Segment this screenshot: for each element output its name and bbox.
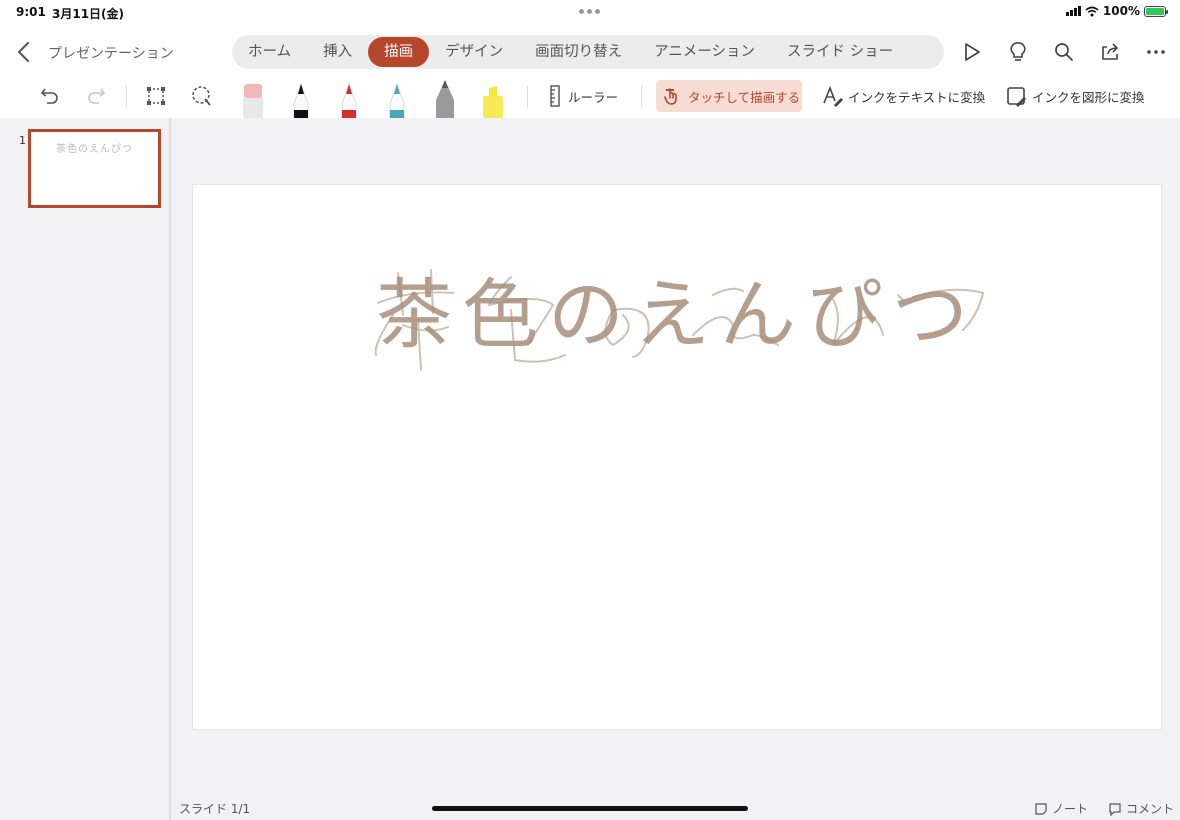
slide-counter: スライド 1/1	[179, 802, 251, 816]
ink-to-text-label: インクをテキストに変換	[848, 89, 986, 105]
tab-home[interactable]: ホーム	[232, 35, 307, 69]
slide-thumbnail[interactable]: 茶色のえんぴつ	[28, 129, 161, 208]
separator	[527, 86, 528, 108]
undo-icon[interactable]	[36, 82, 64, 110]
ruler-label: ルーラー	[568, 89, 619, 105]
status-date: 3月11日(金)	[52, 7, 125, 21]
top-actions	[958, 38, 1170, 66]
ruler-button[interactable]: ルーラー	[548, 85, 618, 107]
pen-red-icon[interactable]	[336, 78, 362, 118]
more-icon[interactable]	[1142, 38, 1170, 66]
ink-to-shape-icon	[1007, 87, 1026, 107]
separator	[126, 86, 127, 108]
battery-icon	[1144, 5, 1168, 17]
tab-draw[interactable]: 描画	[368, 37, 430, 67]
comment-icon	[1109, 802, 1121, 816]
notes-icon	[1035, 802, 1047, 815]
ribbon-tabs: ホーム 挿入 描画 デザイン 画面切り替え アニメーション スライド ショー	[232, 35, 944, 69]
document-title[interactable]: プレゼンテーション	[48, 43, 174, 63]
separator	[641, 86, 642, 108]
draw-toolbar: ルーラー タッチして描画する インクをテキストに変換 インクを図形に変換	[0, 76, 1180, 118]
multitasking-dots-icon[interactable]	[579, 9, 600, 14]
comments-button[interactable]: コメント	[1108, 800, 1174, 817]
status-right: 100%	[1065, 4, 1168, 18]
tab-slideshow[interactable]: スライド ショー	[771, 35, 909, 69]
slide-thumbnails-panel: 1 茶色のえんぴつ	[0, 118, 171, 820]
select-objects-icon[interactable]	[142, 82, 170, 110]
notes-button[interactable]: ノート	[1034, 800, 1088, 817]
touch-draw-label: タッチして描画する	[688, 89, 801, 105]
highlighter-yellow-icon[interactable]	[480, 78, 506, 118]
thumbnail-ink-text: 茶色のえんぴつ	[56, 144, 133, 155]
touch-draw-icon	[664, 88, 677, 105]
status-bar: 9:01 3月11日(金) 100%	[0, 0, 1180, 24]
home-indicator[interactable]	[432, 806, 748, 811]
touch-to-draw-button[interactable]: タッチして描画する	[656, 80, 802, 112]
ink-text-label: 茶色のえんぴつ	[376, 270, 978, 359]
cellular-signal-icon	[1065, 6, 1081, 16]
redo-icon[interactable]	[82, 82, 110, 110]
comments-label: コメント	[1126, 802, 1175, 816]
wifi-icon	[1085, 6, 1099, 16]
tab-design[interactable]: デザイン	[429, 35, 519, 69]
pencil-teal-icon[interactable]	[384, 78, 410, 118]
lasso-select-icon[interactable]	[188, 82, 216, 110]
slide[interactable]: 茶色のえんぴつ	[192, 184, 1162, 730]
back-chevron-icon[interactable]	[14, 40, 34, 64]
search-icon[interactable]	[1050, 38, 1078, 66]
play-icon[interactable]	[958, 38, 986, 66]
pencil-gray-icon[interactable]	[432, 78, 458, 118]
slide-number: 1	[19, 134, 26, 147]
lightbulb-icon[interactable]	[1004, 38, 1032, 66]
pen-black-icon[interactable]	[288, 78, 314, 118]
top-bar: 9:01 3月11日(金) 100% プレゼンテーション ホーム 挿入 描画 デ…	[0, 0, 1180, 118]
ink-to-text-button[interactable]: インクをテキストに変換	[822, 85, 985, 107]
ink-to-shape-label: インクを図形に変換	[1032, 89, 1145, 105]
tab-animations[interactable]: アニメーション	[638, 35, 771, 69]
tab-insert[interactable]: 挿入	[307, 35, 368, 69]
battery-percent: 100%	[1102, 4, 1140, 18]
ink-to-shape-button[interactable]: インクを図形に変換	[1006, 85, 1145, 107]
ink-to-text-icon	[823, 85, 843, 107]
eraser-icon[interactable]	[240, 78, 266, 118]
share-icon[interactable]	[1096, 38, 1124, 66]
notes-label: ノート	[1052, 802, 1089, 816]
tab-transitions[interactable]: 画面切り替え	[519, 35, 638, 69]
ruler-icon	[550, 85, 560, 107]
status-time: 9:01	[16, 5, 46, 19]
